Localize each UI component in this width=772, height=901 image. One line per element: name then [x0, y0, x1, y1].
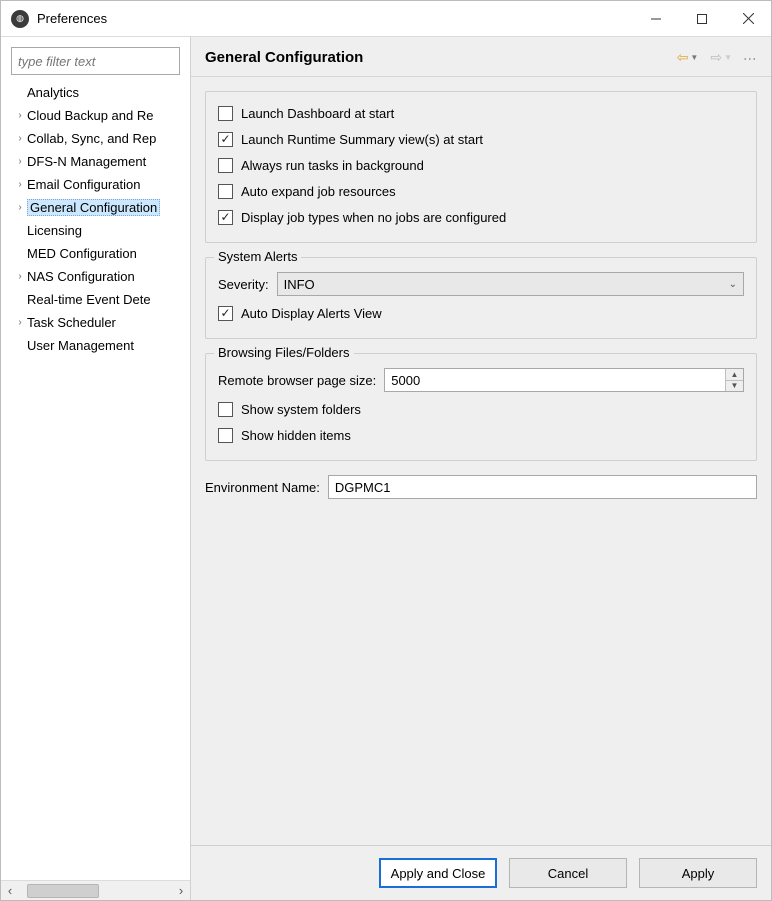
browsing-legend: Browsing Files/Folders: [214, 345, 354, 360]
sidebar-item-label: Licensing: [13, 223, 82, 238]
show-hidden-items-label: Show hidden items: [241, 428, 351, 443]
sidebar-item[interactable]: ›Cloud Backup and Re: [7, 104, 190, 127]
auto-expand-resources-checkbox[interactable]: [218, 184, 233, 199]
environment-name-input[interactable]: [328, 475, 757, 499]
sidebar-item[interactable]: ›General Configuration: [7, 196, 190, 219]
show-hidden-items-checkbox[interactable]: [218, 428, 233, 443]
sidebar-horizontal-scrollbar[interactable]: ‹ ›: [1, 880, 190, 900]
page-size-value: 5000: [391, 373, 725, 388]
scroll-left-icon[interactable]: ‹: [1, 882, 19, 900]
system-alerts-legend: System Alerts: [214, 249, 301, 264]
chevron-down-icon: ▼: [724, 53, 732, 62]
page-title: General Configuration: [205, 49, 363, 66]
minimize-icon: [651, 14, 661, 24]
display-job-types-checkbox[interactable]: [218, 210, 233, 225]
preferences-window: ◍ Preferences Analytics›Cloud Backup and…: [0, 0, 772, 901]
always-background-checkbox[interactable]: [218, 158, 233, 173]
sidebar-item[interactable]: ›NAS Configuration: [7, 265, 190, 288]
chevron-right-icon: ›: [13, 156, 27, 167]
sidebar-item[interactable]: Analytics: [7, 81, 190, 104]
sidebar-item[interactable]: ›Email Configuration: [7, 173, 190, 196]
sidebar-item[interactable]: ›Task Scheduler: [7, 311, 190, 334]
sidebar-item[interactable]: User Management: [7, 334, 190, 357]
severity-label: Severity:: [218, 277, 269, 292]
scrollbar-thumb[interactable]: [27, 884, 99, 898]
cancel-button[interactable]: Cancel: [509, 858, 627, 888]
launch-dashboard-checkbox[interactable]: [218, 106, 233, 121]
launch-runtime-summary-label: Launch Runtime Summary view(s) at start: [241, 132, 483, 147]
chevron-right-icon: ›: [13, 317, 27, 328]
chevron-right-icon: ›: [13, 179, 27, 190]
show-system-folders-checkbox[interactable]: [218, 402, 233, 417]
button-bar: Apply and Close Cancel Apply: [191, 845, 771, 900]
apply-button[interactable]: Apply: [639, 858, 757, 888]
chevron-down-icon: ▼: [690, 53, 698, 62]
kebab-icon: ⋮: [742, 52, 758, 63]
scroll-right-icon[interactable]: ›: [172, 882, 190, 900]
sidebar-item-label: General Configuration: [27, 199, 160, 216]
launch-dashboard-label: Launch Dashboard at start: [241, 106, 394, 121]
minimize-button[interactable]: [633, 1, 679, 37]
spinner-up-icon[interactable]: ▲: [726, 369, 743, 380]
spinner-down-icon[interactable]: ▼: [726, 380, 743, 392]
sidebar-item[interactable]: ›Collab, Sync, and Rep: [7, 127, 190, 150]
environment-label: Environment Name:: [205, 480, 320, 495]
severity-select[interactable]: INFO ⌄: [277, 272, 744, 296]
auto-display-alerts-checkbox[interactable]: [218, 306, 233, 321]
auto-expand-resources-label: Auto expand job resources: [241, 184, 396, 199]
sidebar-item[interactable]: Real-time Event Dete: [7, 288, 190, 311]
sidebar-item-label: DFS-N Management: [27, 154, 146, 169]
main-body: Launch Dashboard at start Launch Runtime…: [191, 77, 771, 845]
maximize-icon: [697, 14, 707, 24]
nav-back-button[interactable]: ⇦ ▼: [671, 49, 705, 66]
titlebar: ◍ Preferences: [1, 1, 771, 37]
system-alerts-group: System Alerts Severity: INFO ⌄ Auto Disp…: [205, 257, 757, 339]
always-background-label: Always run tasks in background: [241, 158, 424, 173]
sidebar: Analytics›Cloud Backup and Re›Collab, Sy…: [1, 37, 191, 900]
general-options-group: Launch Dashboard at start Launch Runtime…: [205, 91, 757, 243]
sidebar-item-label: Real-time Event Dete: [13, 292, 151, 307]
sidebar-item[interactable]: ›DFS-N Management: [7, 150, 190, 173]
chevron-right-icon: ›: [13, 110, 27, 121]
close-button[interactable]: [725, 1, 771, 37]
main-panel: General Configuration ⇦ ▼ ⇨ ▼ ⋮: [191, 37, 771, 900]
filter-input[interactable]: [11, 47, 180, 75]
browsing-group: Browsing Files/Folders Remote browser pa…: [205, 353, 757, 461]
sidebar-item[interactable]: Licensing: [7, 219, 190, 242]
close-icon: [743, 13, 754, 24]
display-job-types-label: Display job types when no jobs are confi…: [241, 210, 506, 225]
sidebar-item-label: User Management: [13, 338, 134, 353]
nav-forward-button[interactable]: ⇨ ▼: [704, 49, 738, 66]
sidebar-item-label: Cloud Backup and Re: [27, 108, 153, 123]
severity-value: INFO: [284, 277, 315, 292]
sidebar-item[interactable]: MED Configuration: [7, 242, 190, 265]
sidebar-item-label: Analytics: [13, 85, 79, 100]
show-system-folders-label: Show system folders: [241, 402, 361, 417]
environment-row: Environment Name:: [205, 475, 757, 499]
nav-list: Analytics›Cloud Backup and Re›Collab, Sy…: [1, 81, 190, 880]
app-icon: ◍: [11, 10, 29, 28]
arrow-forward-icon: ⇨: [710, 49, 722, 66]
apply-and-close-button[interactable]: Apply and Close: [379, 858, 497, 888]
sidebar-item-label: NAS Configuration: [27, 269, 135, 284]
view-menu-button[interactable]: ⋮: [738, 50, 761, 66]
maximize-button[interactable]: [679, 1, 725, 37]
sidebar-item-label: Collab, Sync, and Rep: [27, 131, 156, 146]
chevron-right-icon: ›: [13, 133, 27, 144]
sidebar-item-label: MED Configuration: [13, 246, 137, 261]
arrow-back-icon: ⇦: [677, 49, 689, 66]
page-size-label: Remote browser page size:: [218, 373, 376, 388]
chevron-right-icon: ›: [13, 202, 27, 213]
window-title: Preferences: [37, 11, 107, 26]
chevron-down-icon: ⌄: [729, 279, 737, 290]
client-area: Analytics›Cloud Backup and Re›Collab, Sy…: [1, 37, 771, 900]
main-header: General Configuration ⇦ ▼ ⇨ ▼ ⋮: [191, 37, 771, 77]
sidebar-item-label: Task Scheduler: [27, 315, 116, 330]
page-size-spinner[interactable]: 5000 ▲ ▼: [384, 368, 744, 392]
auto-display-alerts-label: Auto Display Alerts View: [241, 306, 382, 321]
chevron-right-icon: ›: [13, 271, 27, 282]
sidebar-item-label: Email Configuration: [27, 177, 140, 192]
launch-runtime-summary-checkbox[interactable]: [218, 132, 233, 147]
